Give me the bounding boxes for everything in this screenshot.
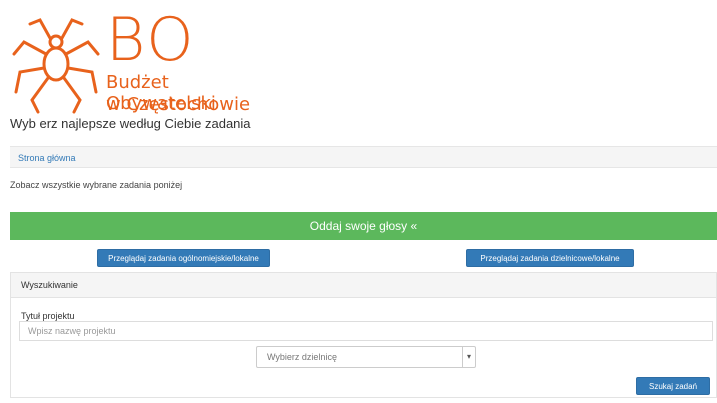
district-select[interactable]: Wybierz dzielnicę ▾ [256, 346, 476, 368]
breadcrumb: Strona główna [10, 146, 717, 168]
logo: BO Budżet Obywatelski w Częstochowie [10, 5, 260, 116]
home-link[interactable]: Strona główna [18, 153, 76, 163]
browse-district-tasks-button[interactable]: Przeglądaj zadania dzielnicowe/lokalne [466, 249, 634, 267]
district-select-value: Wybierz dzielnicę [267, 352, 337, 362]
title-filter-input[interactable]: Wpisz nazwę projektu [19, 321, 713, 341]
chevron-down-icon: ▾ [462, 347, 475, 367]
search-submit-button[interactable]: Szukaj zadań [636, 377, 710, 395]
logo-line2: w Częstochowie [106, 94, 251, 115]
info-text: Zobacz wszystkie wybrane zadania poniżej [10, 180, 183, 190]
search-panel: Wyszukiwanie Tytuł projektu Wpisz nazwę … [10, 272, 717, 398]
title-filter-label: Tytuł projektu [21, 311, 75, 321]
search-panel-title: Wyszukiwanie [11, 273, 716, 298]
browse-city-tasks-button[interactable]: Przeglądaj zadania ogólnomiejskie/lokaln… [97, 249, 270, 267]
spider-logo-icon [12, 18, 100, 114]
page-subtitle: Wyb erz najlepsze według Ciebie zadania [10, 116, 251, 131]
logo-bo-text: BO [106, 5, 196, 75]
vote-button[interactable]: Oddaj swoje głosy « [10, 212, 717, 240]
